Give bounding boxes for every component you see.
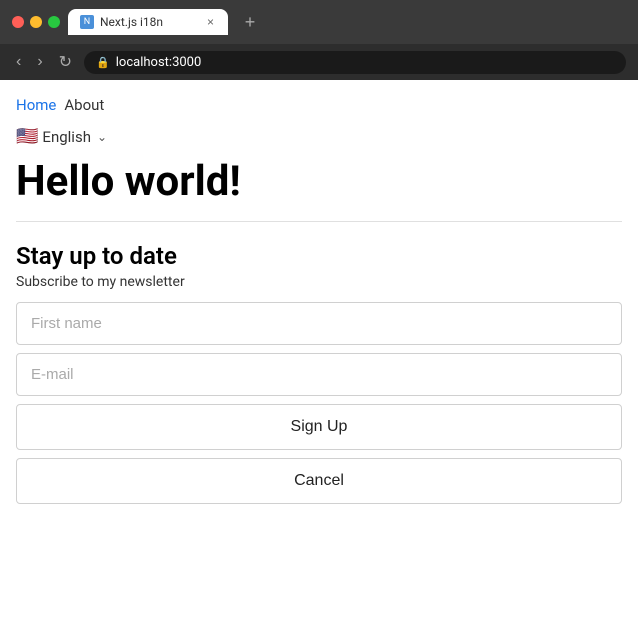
back-button[interactable]: ‹: [12, 51, 25, 73]
chevron-down-icon: ⌄: [97, 130, 107, 144]
minimize-window-button[interactable]: [30, 16, 42, 28]
tab-favicon: N: [80, 15, 94, 29]
address-bar: ‹ › ↻ 🔒 localhost:3000: [0, 44, 638, 80]
page-content: Home About 🇺🇸 English ⌄ Hello world! Sta…: [0, 80, 638, 520]
browser-chrome: N Next.js i18n × + ‹ › ↻ 🔒 localhost:300…: [0, 0, 638, 80]
site-nav: Home About: [16, 96, 622, 114]
email-input[interactable]: [16, 353, 622, 396]
language-selector[interactable]: 🇺🇸 English ⌄: [16, 126, 622, 147]
address-text: localhost:3000: [116, 55, 202, 70]
browser-tab[interactable]: N Next.js i18n ×: [68, 9, 228, 35]
tab-close-button[interactable]: ×: [205, 15, 216, 29]
signup-button[interactable]: Sign Up: [16, 404, 622, 450]
first-name-input[interactable]: [16, 302, 622, 345]
newsletter-section: Stay up to date Subscribe to my newslett…: [16, 242, 622, 504]
maximize-window-button[interactable]: [48, 16, 60, 28]
flag-icon: 🇺🇸: [16, 126, 38, 147]
refresh-button[interactable]: ↻: [55, 50, 76, 74]
cancel-button[interactable]: Cancel: [16, 458, 622, 504]
address-input-wrapper[interactable]: 🔒 localhost:3000: [84, 51, 626, 74]
newsletter-subtitle: Subscribe to my newsletter: [16, 274, 622, 290]
lock-icon: 🔒: [96, 56, 110, 69]
title-bar: N Next.js i18n × +: [0, 0, 638, 44]
tab-title: Next.js i18n: [100, 15, 199, 29]
forward-button[interactable]: ›: [33, 51, 46, 73]
new-tab-button[interactable]: +: [236, 8, 264, 36]
close-window-button[interactable]: [12, 16, 24, 28]
section-divider: [16, 221, 622, 222]
nav-about-link[interactable]: About: [64, 96, 104, 114]
main-heading: Hello world!: [16, 159, 622, 205]
nav-home-link[interactable]: Home: [16, 96, 56, 114]
newsletter-heading: Stay up to date: [16, 242, 622, 270]
window-controls: [12, 16, 60, 28]
language-label: English: [42, 128, 91, 146]
